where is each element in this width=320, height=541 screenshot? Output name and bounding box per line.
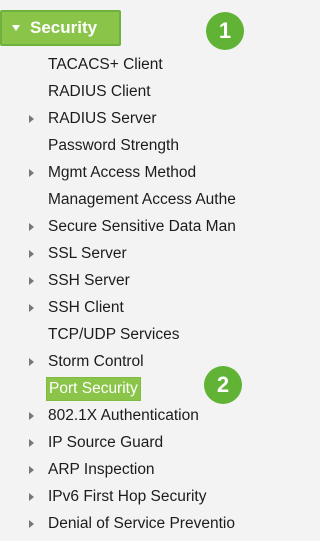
- menu-item-8021x-authentication[interactable]: 802.1X Authentication: [0, 402, 271, 429]
- menu-item-ip-source-guard[interactable]: IP Source Guard: [0, 429, 271, 456]
- menu-item-label: Denial of Service Preventio: [48, 515, 235, 532]
- expand-arrow-icon: [29, 277, 34, 285]
- menu-item-ssl-server[interactable]: SSL Server: [0, 240, 271, 267]
- menu-item-label: Port Security: [46, 377, 141, 401]
- security-submenu: TACACS+ Client RADIUS Client RADIUS Serv…: [0, 51, 271, 537]
- expand-arrow-icon: [29, 493, 34, 501]
- menu-item-label: Storm Control: [48, 353, 144, 370]
- menu-item-denial-of-service-prevention[interactable]: Denial of Service Preventio: [0, 510, 271, 537]
- expand-arrow-icon: [29, 439, 34, 447]
- security-menu-header[interactable]: Security: [0, 10, 121, 46]
- menu-item-label: 802.1X Authentication: [48, 407, 199, 424]
- menu-item-label: IP Source Guard: [48, 434, 164, 451]
- menu-item-radius-server[interactable]: RADIUS Server: [0, 105, 271, 132]
- menu-item-label: RADIUS Server: [48, 110, 157, 127]
- menu-item-secure-sensitive-data[interactable]: Secure Sensitive Data Man: [0, 213, 271, 240]
- menu-item-label: SSH Client: [48, 299, 124, 316]
- expand-arrow-icon: [29, 250, 34, 258]
- menu-item-management-access-authentication[interactable]: Management Access Authe: [0, 186, 271, 213]
- menu-item-label: Password Strength: [48, 137, 179, 154]
- expand-arrow-icon: [29, 520, 34, 528]
- expand-arrow-icon: [29, 169, 34, 177]
- menu-item-label: TACACS+ Client: [48, 56, 163, 73]
- menu-item-label: RADIUS Client: [48, 83, 151, 100]
- menu-item-mgmt-access-method[interactable]: Mgmt Access Method: [0, 159, 271, 186]
- expand-arrow-icon: [29, 223, 34, 231]
- menu-item-label: Secure Sensitive Data Man: [48, 218, 236, 235]
- menu-item-label: Management Access Authe: [48, 191, 236, 208]
- menu-item-label: SSL Server: [48, 245, 127, 262]
- menu-item-label: SSH Server: [48, 272, 130, 289]
- expand-arrow-icon: [29, 358, 34, 366]
- caret-down-icon: [12, 25, 20, 31]
- menu-item-label: ARP Inspection: [48, 461, 155, 478]
- expand-arrow-icon: [29, 412, 34, 420]
- security-menu-title: Security: [30, 18, 98, 37]
- expand-arrow-icon: [29, 304, 34, 312]
- menu-item-arp-inspection[interactable]: ARP Inspection: [0, 456, 271, 483]
- expand-arrow-icon: [29, 466, 34, 474]
- step-badge-1: 1: [206, 12, 244, 50]
- menu-item-password-strength[interactable]: Password Strength: [0, 132, 271, 159]
- menu-item-ipv6-first-hop-security[interactable]: IPv6 First Hop Security: [0, 483, 271, 510]
- menu-item-label: TCP/UDP Services: [48, 326, 180, 343]
- menu-item-tacacs-client[interactable]: TACACS+ Client: [0, 51, 271, 78]
- step-badge-2: 2: [204, 366, 242, 404]
- menu-item-tcp-udp-services[interactable]: TCP/UDP Services: [0, 321, 271, 348]
- menu-item-radius-client[interactable]: RADIUS Client: [0, 78, 271, 105]
- menu-item-ssh-client[interactable]: SSH Client: [0, 294, 271, 321]
- menu-item-label: Mgmt Access Method: [48, 164, 197, 181]
- menu-item-ssh-server[interactable]: SSH Server: [0, 267, 271, 294]
- menu-item-label: IPv6 First Hop Security: [48, 488, 207, 505]
- expand-arrow-icon: [29, 115, 34, 123]
- security-menu-panel: Security 1 TACACS+ Client RADIUS Client …: [0, 0, 271, 541]
